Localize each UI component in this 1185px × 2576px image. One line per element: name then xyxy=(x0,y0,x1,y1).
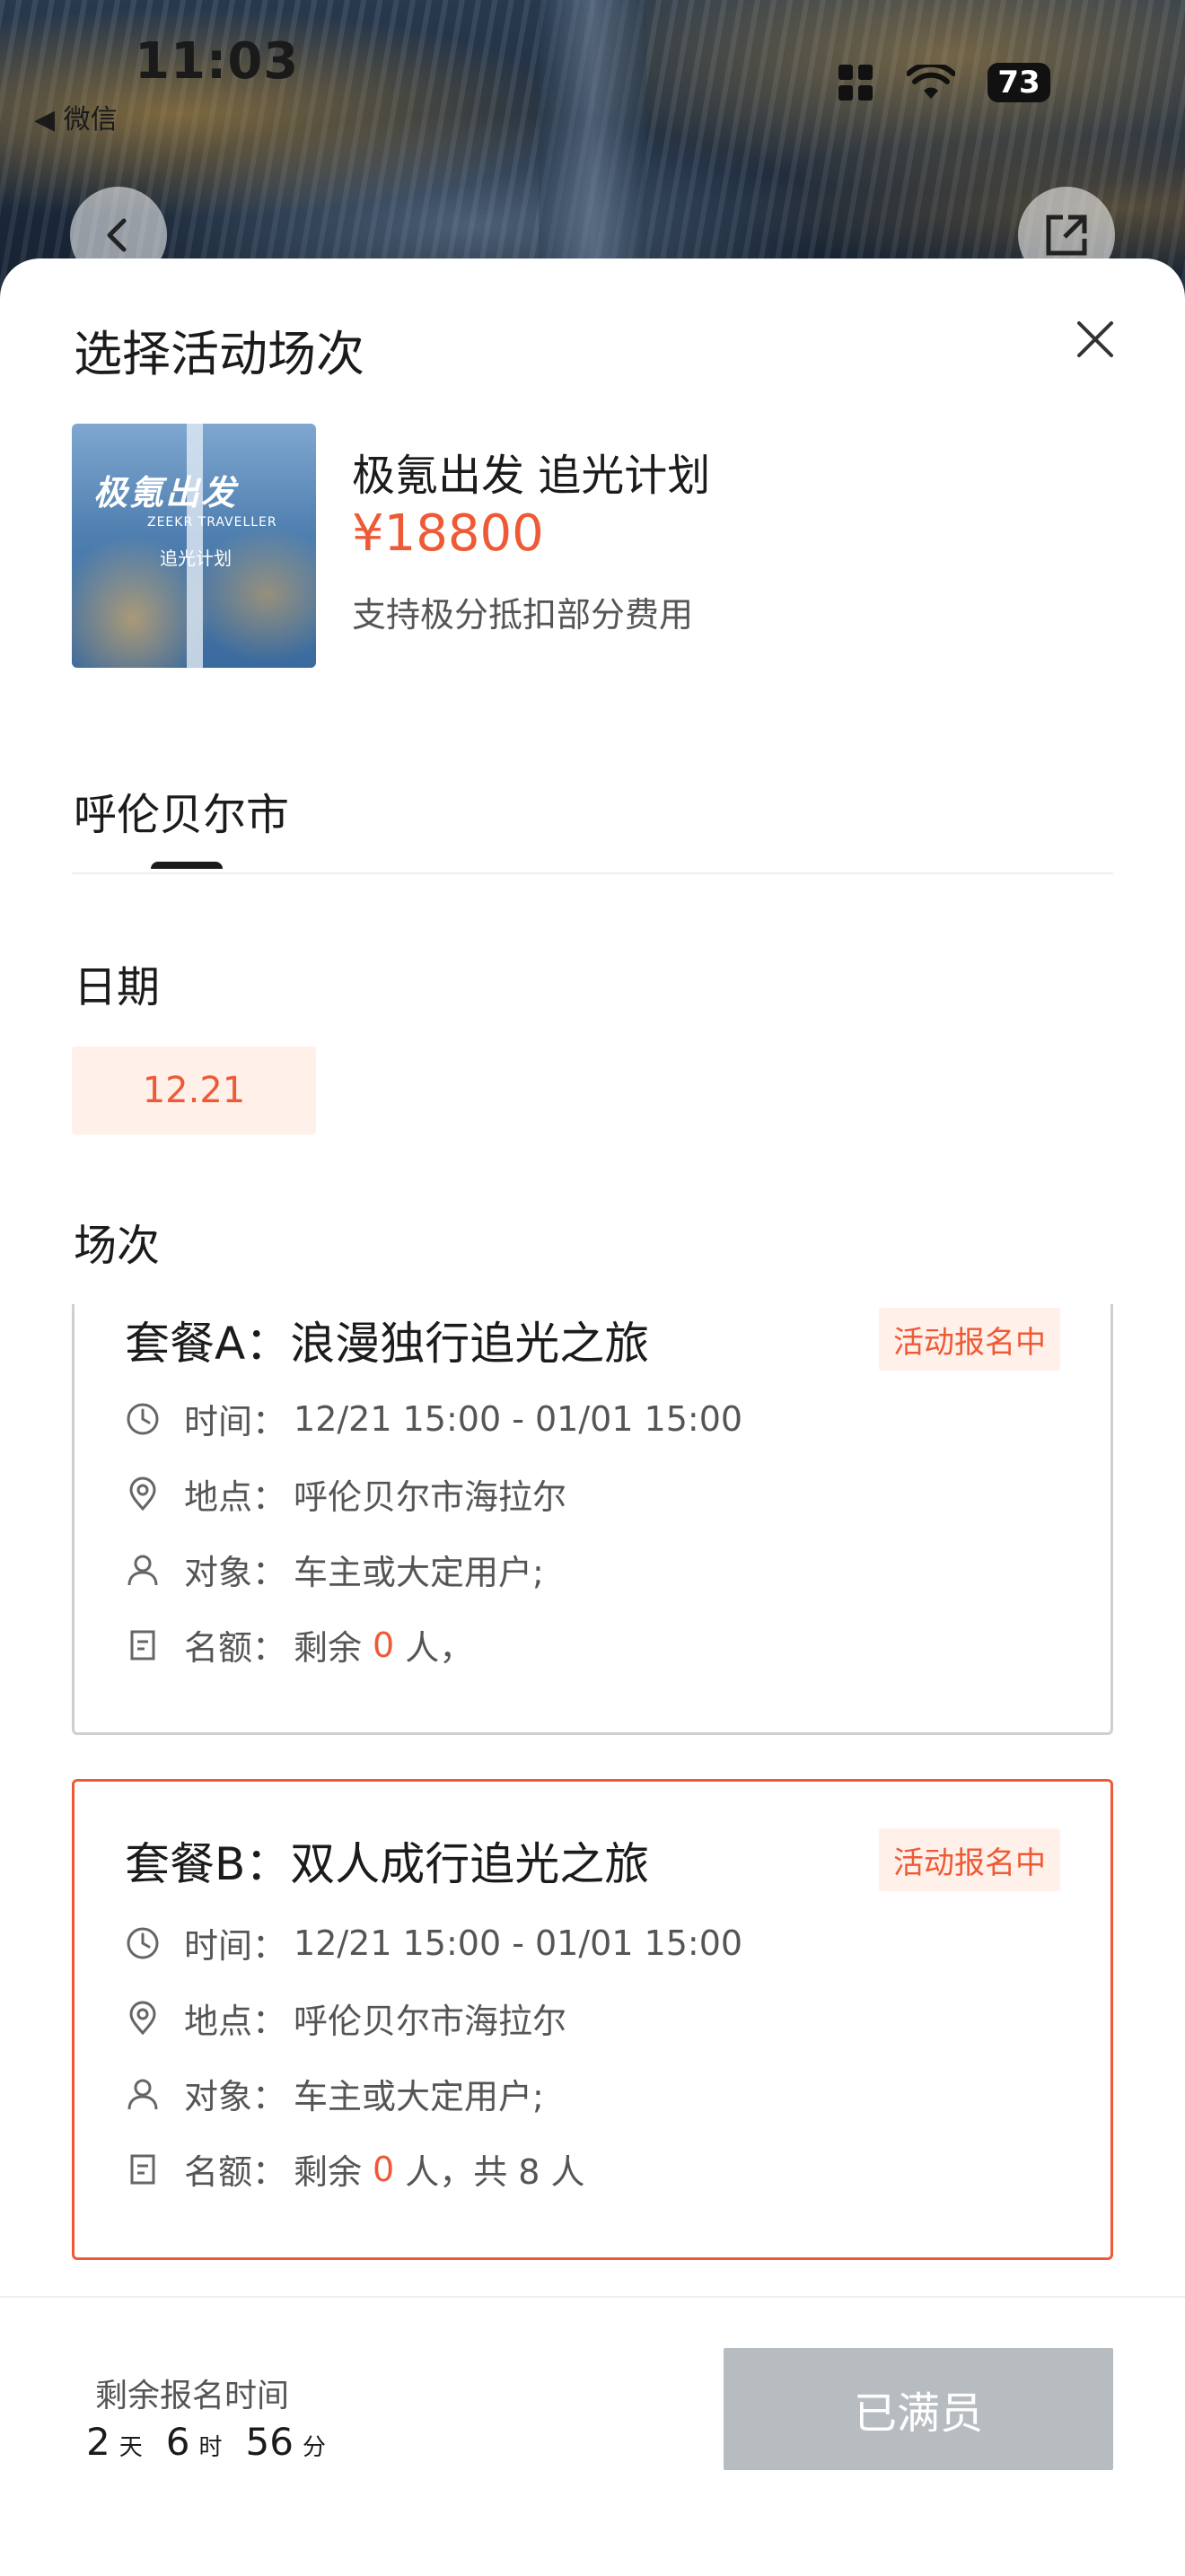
city-tab-indicator xyxy=(151,862,223,869)
location-pin-icon xyxy=(125,2001,161,2037)
location-pin-icon xyxy=(125,1476,161,1512)
person-icon xyxy=(125,1552,161,1588)
full-status-button[interactable]: 已满员 xyxy=(724,2348,1113,2470)
package-time: 12/21 15:00 - 01/01 15:00 xyxy=(294,1398,743,1439)
bottom-action-bar: 剩余报名时间 2 天 6 时 56 分 已满员 xyxy=(0,2296,1185,2576)
thumbnail-title: 极氪出发 xyxy=(93,472,238,513)
countdown-minutes: 56 xyxy=(245,2420,294,2464)
clipboard-icon xyxy=(125,2151,161,2187)
product-name: 极氪出发 追光计划 xyxy=(352,451,711,501)
package-place-row: 地点： 呼伦贝尔市海拉尔 xyxy=(125,1469,566,1519)
remaining-time-label: 剩余报名时间 xyxy=(95,2378,290,2414)
person-icon xyxy=(125,2076,161,2112)
back-to-app-link[interactable]: ◀ 微信 xyxy=(34,97,118,136)
signal-icon xyxy=(838,65,874,101)
status-badge: 活动报名中 xyxy=(879,1308,1060,1371)
package-place: 呼伦贝尔市海拉尔 xyxy=(294,2002,567,2041)
date-chip-selected[interactable]: 12.21 xyxy=(72,1047,316,1135)
session-section-label: 场次 xyxy=(74,1221,161,1271)
city-tab-hulunbuir[interactable]: 呼伦贝尔市 xyxy=(74,779,289,842)
package-place-row: 地点： 呼伦贝尔市海拉尔 xyxy=(125,1993,566,2043)
thumbnail-english: ZEEKR TRAVELLER xyxy=(147,515,277,530)
package-time-row: 时间： 12/21 15:00 - 01/01 15:00 xyxy=(125,1394,742,1443)
status-time: 11:03 xyxy=(135,32,300,91)
date-section-label: 日期 xyxy=(74,962,161,1012)
clock-icon xyxy=(125,1925,161,1961)
countdown-days: 2 xyxy=(86,2420,110,2464)
package-target: 车主或大定用户; xyxy=(294,2077,544,2116)
quota-remaining: 0 xyxy=(373,1625,395,1665)
clock-icon xyxy=(125,1401,161,1437)
package-title: 套餐A：浪漫独行追光之旅 xyxy=(125,1318,650,1370)
back-arrow-icon xyxy=(107,218,127,252)
status-badge: 活动报名中 xyxy=(879,1828,1060,1891)
package-card-a[interactable]: 套餐A：浪漫独行追光之旅 活动报名中 时间： 12/21 15:00 - 01/… xyxy=(72,1304,1113,1735)
package-target-row: 对象： 车主或大定用户; xyxy=(125,2069,544,2118)
package-quota-row: 名额： 剩余 0 人，共 8 人 xyxy=(125,2144,585,2194)
share-icon xyxy=(1046,215,1087,256)
package-time: 12/21 15:00 - 01/01 15:00 xyxy=(294,1923,743,1963)
thumbnail-subtitle: 追光计划 xyxy=(160,548,232,569)
quota-remaining: 0 xyxy=(373,2149,395,2189)
status-icons: 73 xyxy=(838,63,1050,102)
package-place: 呼伦贝尔市海拉尔 xyxy=(294,1477,567,1517)
product-price: ¥18800 xyxy=(352,504,544,563)
battery-icon: 73 xyxy=(988,63,1050,102)
product-summary: 极氪出发 ZEEKR TRAVELLER 追光计划 极氪出发 追光计划 ¥188… xyxy=(72,424,1113,671)
product-thumbnail: 极氪出发 ZEEKR TRAVELLER 追光计划 xyxy=(72,424,316,668)
sheet-title: 选择活动场次 xyxy=(74,326,364,382)
close-icon xyxy=(1077,321,1113,357)
clipboard-icon xyxy=(125,1627,161,1663)
package-target: 车主或大定用户; xyxy=(294,1553,544,1592)
package-card-b[interactable]: 套餐B：双人成行追光之旅 活动报名中 时间： 12/21 15:00 - 01/… xyxy=(72,1779,1113,2260)
divider xyxy=(72,872,1113,874)
package-quota-row: 名额： 剩余 0 人， xyxy=(125,1620,473,1669)
package-target-row: 对象： 车主或大定用户; xyxy=(125,1545,544,1594)
session-picker-sheet: 选择活动场次 极氪出发 ZEEKR TRAVELLER 追光计划 极氪出发 追光… xyxy=(0,258,1185,2576)
product-note: 支持极分抵扣部分费用 xyxy=(352,595,694,635)
close-button[interactable] xyxy=(1068,312,1122,366)
wifi-icon xyxy=(907,65,955,99)
countdown: 2 天 6 时 56 分 xyxy=(86,2420,326,2464)
package-time-row: 时间： 12/21 15:00 - 01/01 15:00 xyxy=(125,1918,742,1967)
package-title: 套餐B：双人成行追光之旅 xyxy=(125,1838,650,1890)
countdown-hours: 6 xyxy=(165,2420,190,2464)
